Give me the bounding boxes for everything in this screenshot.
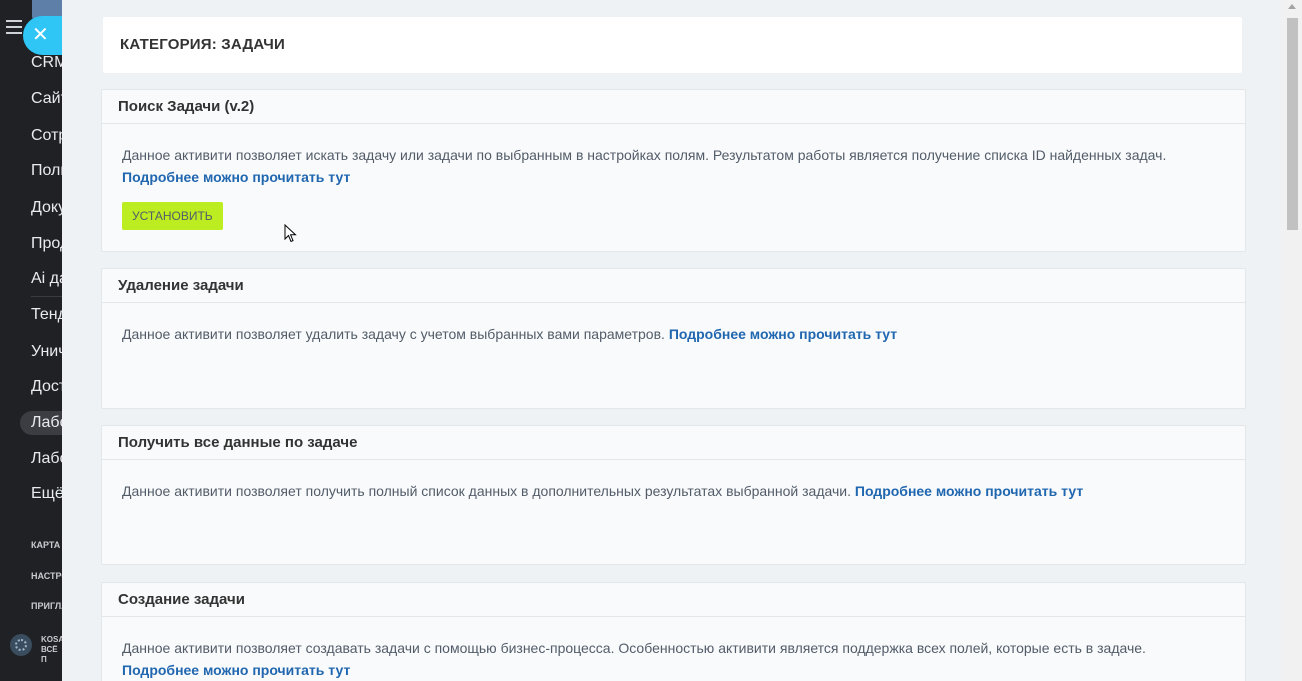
category-header: КАТЕГОРИЯ: ЗАДАЧИ: [103, 17, 1242, 73]
activity-card: Удаление задачи Данное активити позволяе…: [101, 268, 1246, 409]
left-sidebar: CRM Сайты Сотрудники Пользователи Докуме…: [0, 0, 62, 681]
scroll-up-arrow-icon[interactable]: [1288, 4, 1296, 9]
card-body: Данное активити позволяет искать задачу …: [102, 124, 1245, 230]
sidebar-item-employees[interactable]: Сотрудники: [31, 127, 62, 145]
read-more-link[interactable]: Подробнее можно прочитать тут: [669, 326, 897, 342]
sidebar-item-access[interactable]: Доступ: [31, 378, 62, 396]
sidebar-item-more[interactable]: Ещё: [31, 485, 62, 503]
slider-panel: КАТЕГОРИЯ: ЗАДАЧИ Поиск Задачи (v.2) Дан…: [62, 0, 1283, 681]
sidebar-divider: [31, 296, 62, 297]
mouse-cursor-icon: [284, 224, 297, 243]
sidebar-item-ai[interactable]: Ai даты: [31, 270, 62, 288]
card-title: Поиск Задачи (v.2): [118, 98, 255, 115]
install-button[interactable]: УСТАНОВИТЬ: [122, 202, 223, 230]
scrollbar-thumb[interactable]: [1287, 18, 1298, 230]
sidebar-section-invite[interactable]: ПРИГЛАСИТЬ: [31, 601, 62, 611]
card-title: Удаление задачи: [118, 277, 244, 294]
card-body: Данное активити позволяет получить полны…: [102, 460, 1245, 502]
sidebar-item-lab-active[interactable]: Лаборатория: [20, 411, 62, 435]
sidebar-item-destruction[interactable]: Уничтожение: [31, 343, 62, 361]
activity-card: Создание задачи Данное активити позволяе…: [101, 582, 1246, 681]
read-more-link[interactable]: Подробнее можно прочитать тут: [122, 169, 350, 185]
card-title: Создание задачи: [118, 591, 245, 608]
activity-card: Поиск Задачи (v.2) Данное активити позво…: [101, 89, 1246, 252]
close-icon: ✕: [32, 24, 49, 46]
card-body: Данное активити позволяет создавать зада…: [102, 617, 1245, 681]
sidebar-section-settings[interactable]: НАСТРОЙКИ: [31, 571, 62, 581]
sidebar-item-sites[interactable]: Сайты: [31, 90, 62, 108]
card-description: Данное активити позволяет удалить задачу…: [122, 326, 665, 342]
vertical-scrollbar[interactable]: [1283, 0, 1302, 681]
read-more-link[interactable]: Подробнее можно прочитать тут: [855, 483, 1083, 499]
company-logo-icon: [10, 634, 32, 656]
page-title: КАТЕГОРИЯ: ЗАДАЧИ: [120, 36, 285, 53]
read-more-link[interactable]: Подробнее можно прочитать тут: [122, 662, 350, 678]
activity-card: Получить все данные по задаче Данное акт…: [101, 425, 1246, 565]
card-description: Данное активити позволяет создавать зада…: [122, 640, 1146, 656]
card-header: Получить все данные по задаче: [102, 426, 1245, 460]
company-name: KOSA: [41, 635, 62, 644]
sidebar-item-lab[interactable]: Лаборатория: [31, 450, 62, 468]
menu-icon[interactable]: [6, 20, 22, 34]
card-header: Удаление задачи: [102, 269, 1245, 303]
sidebar-item-users[interactable]: Пользователи: [31, 162, 62, 180]
close-slider-button[interactable]: ✕: [23, 16, 62, 55]
sidebar-item-tenders[interactable]: Тендеры: [31, 306, 62, 324]
sidebar-section-map[interactable]: КАРТА: [31, 540, 60, 550]
company-subtitle: ВСЁ П: [41, 645, 58, 664]
card-description: Данное активити позволяет получить полны…: [122, 483, 851, 499]
sidebar-item-crm[interactable]: CRM: [31, 54, 62, 72]
card-body: Данное активити позволяет удалить задачу…: [102, 303, 1245, 345]
card-header: Поиск Задачи (v.2): [102, 90, 1245, 124]
card-header: Создание задачи: [102, 583, 1245, 617]
card-title: Получить все данные по задаче: [118, 434, 358, 451]
sidebar-item-sales[interactable]: Продажи: [31, 235, 62, 253]
card-description: Данное активити позволяет искать задачу …: [122, 147, 1167, 163]
sidebar-item-documents[interactable]: Документы: [31, 199, 62, 217]
